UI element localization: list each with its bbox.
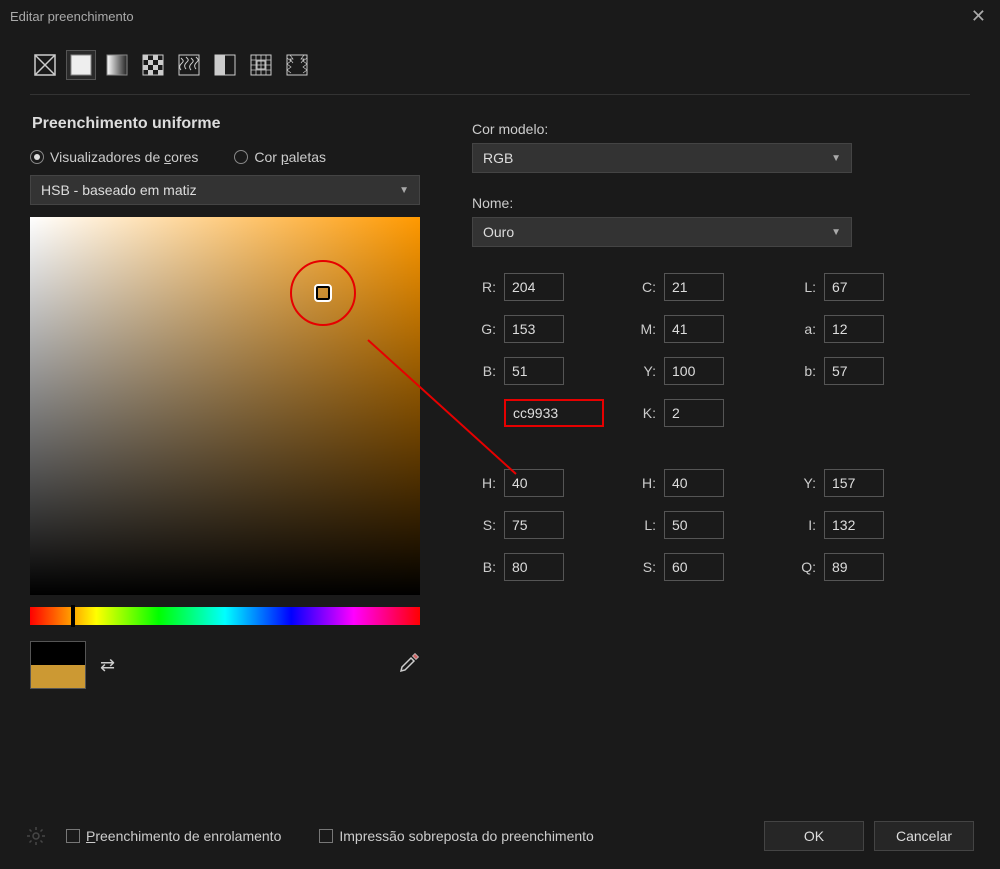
checkbox-overprint-fill[interactable]: Impressão sobreposta do preenchimento [319,828,593,844]
label-s: S: [472,517,496,533]
swap-icon[interactable]: ⇄ [100,655,115,676]
label-l: L: [792,279,816,295]
input-s2[interactable] [664,553,724,581]
model-label: Cor modelo: [472,121,970,137]
input-i[interactable] [824,511,884,539]
titlebar: Editar preenchimento ✕ [0,0,1000,32]
label-c: C: [632,279,656,295]
main-row: Visualizadores de cores Cor paletas HSB … [30,149,970,689]
cancel-button[interactable]: Cancelar [874,821,974,851]
eyedropper-icon[interactable] [398,652,420,679]
input-a[interactable] [824,315,884,343]
fill-uniform-icon[interactable] [66,50,96,80]
label-s2: S: [632,559,656,575]
fill-texture-icon[interactable] [174,50,204,80]
chevron-down-icon: ▼ [831,227,841,238]
input-c[interactable] [664,273,724,301]
left-column: Visualizadores de cores Cor paletas HSB … [30,149,420,689]
label-i: I: [792,517,816,533]
label-g: G: [472,321,496,337]
chevron-down-icon: ▼ [831,153,841,164]
label-l2: L: [632,517,656,533]
dialog-footer: Preenchimento de enrolamento Impressão s… [0,807,1000,869]
viewer-dropdown[interactable]: HSB - baseado em matiz ▼ [30,175,420,205]
input-b[interactable] [504,357,564,385]
input-h2[interactable] [664,469,724,497]
input-y2[interactable] [824,469,884,497]
dialog-title: Editar preenchimento [10,9,134,24]
close-icon[interactable]: ✕ [965,6,992,27]
label-q: Q: [792,559,816,575]
fill-pattern-icon[interactable] [138,50,168,80]
input-g[interactable] [504,315,564,343]
label-b2: b: [792,363,816,379]
swatch-old[interactable] [31,642,85,665]
input-hex[interactable] [504,399,604,427]
label-a: a: [792,321,816,337]
input-m[interactable] [664,315,724,343]
input-l2[interactable] [664,511,724,539]
edit-fill-dialog: Editar preenchimento ✕ [0,0,1000,869]
hue-slider-marker[interactable] [71,605,75,627]
input-q[interactable] [824,553,884,581]
label-h2: H: [632,475,656,491]
radio-row: Visualizadores de cores Cor paletas [30,149,420,165]
label-y2: Y: [792,475,816,491]
input-k[interactable] [664,399,724,427]
label-k: K: [632,405,656,421]
swatch-row: ⇄ [30,641,420,689]
name-label: Nome: [472,195,970,211]
label-h: H: [472,475,496,491]
input-b2[interactable] [824,357,884,385]
input-l[interactable] [824,273,884,301]
chevron-down-icon: ▼ [399,185,409,196]
right-column: Cor modelo: RGB ▼ Nome: Ouro ▼ R: C: L: … [472,149,970,689]
value-grid: R: C: L: G: M: a: B: Y: b: K: H: H: Y: [472,273,970,581]
label-b: B: [472,363,496,379]
gear-icon[interactable] [26,826,46,846]
model-dropdown[interactable]: RGB ▼ [472,143,852,173]
input-y[interactable] [664,357,724,385]
color-field[interactable] [30,217,420,595]
fill-none-icon[interactable] [30,50,60,80]
name-dropdown[interactable]: Ouro ▼ [472,217,852,247]
label-y: Y: [632,363,656,379]
swatch-stack [30,641,86,689]
footer-buttons: OK Cancelar [764,821,974,851]
radio-color-palettes[interactable]: Cor paletas [234,149,326,165]
fill-gradient-icon[interactable] [102,50,132,80]
hue-slider[interactable] [30,607,420,625]
color-field-marker[interactable] [316,286,330,300]
fill-twocolor-icon[interactable] [210,50,240,80]
input-bv[interactable] [504,553,564,581]
fill-postscript-icon[interactable] [246,50,276,80]
label-bv: B: [472,559,496,575]
input-h[interactable] [504,469,564,497]
input-r[interactable] [504,273,564,301]
name-dropdown-value: Ouro [483,224,514,240]
checkbox-winding-fill[interactable]: Preenchimento de enrolamento [66,828,281,844]
dialog-content: Preenchimento uniforme Visualizadores de… [0,32,1000,807]
label-r: R: [472,279,496,295]
model-dropdown-value: RGB [483,150,513,166]
swatch-new[interactable] [31,665,85,688]
input-s[interactable] [504,511,564,539]
radio-color-viewers[interactable]: Visualizadores de cores [30,149,198,165]
ok-button[interactable]: OK [764,821,864,851]
fill-type-toolbar [30,50,970,95]
label-m: M: [632,321,656,337]
fill-bitmap-icon[interactable] [282,50,312,80]
viewer-dropdown-value: HSB - baseado em matiz [41,182,197,198]
